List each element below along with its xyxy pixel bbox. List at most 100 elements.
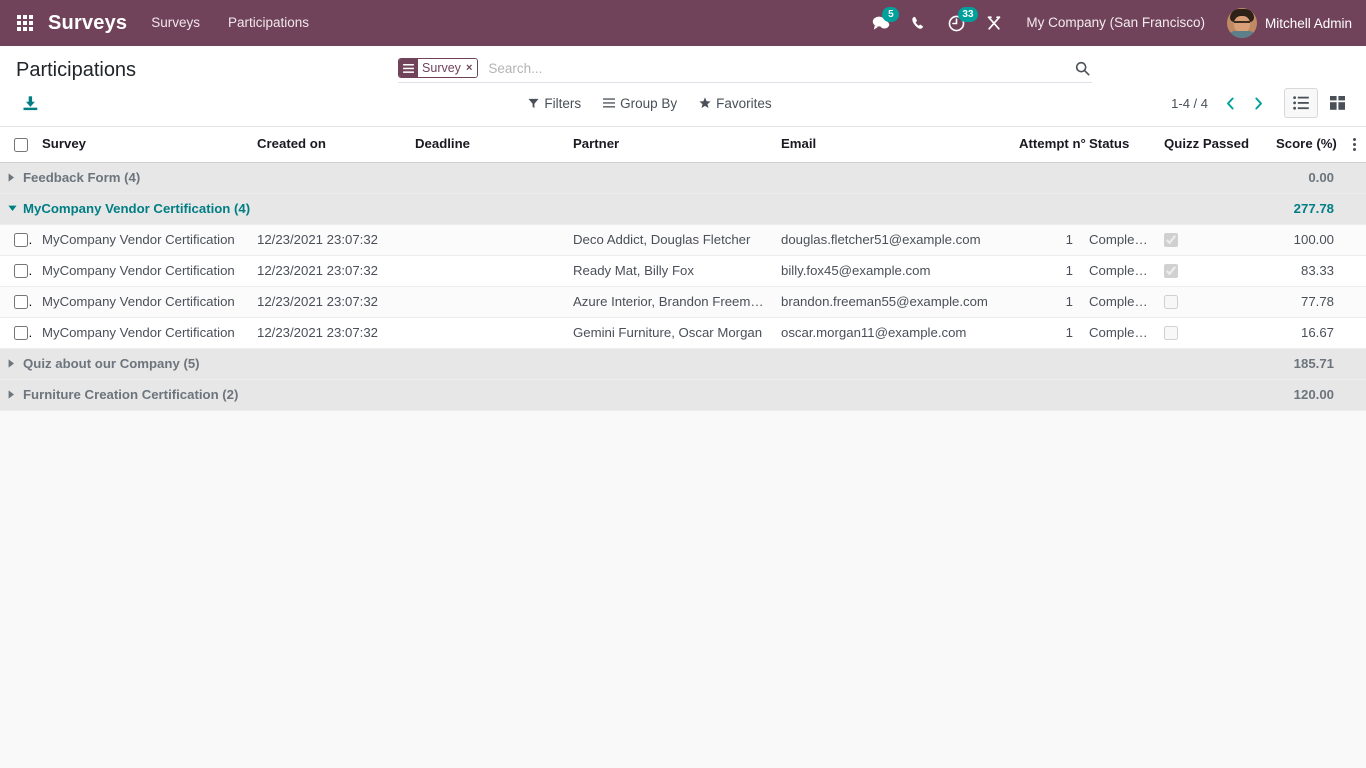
filters-dropdown-button[interactable]: Filters: [528, 96, 581, 111]
select-all-header: [0, 127, 34, 163]
app-brand-title[interactable]: Surveys: [48, 0, 127, 46]
star-icon: [699, 97, 711, 108]
group-row[interactable]: MyCompany Vendor Certification (4) 277.78: [0, 193, 1366, 225]
row-select-checkbox[interactable]: [14, 233, 28, 248]
row-select-cell[interactable]: [0, 317, 34, 349]
row-optional-cell: [1342, 317, 1366, 349]
avatar: [1226, 8, 1257, 38]
quizz-passed-checkbox: [1164, 264, 1178, 279]
column-header-created-on[interactable]: Created on: [249, 127, 407, 163]
grid-apps-icon: [17, 15, 33, 31]
table-header: Survey Created on Deadline Partner Email…: [0, 127, 1366, 163]
search-icon[interactable]: [1067, 61, 1092, 76]
phone-menu-button[interactable]: [900, 0, 936, 46]
apps-menu-button[interactable]: [8, 6, 42, 40]
column-header-attempt[interactable]: Attempt n°: [1011, 127, 1086, 163]
kanban-view-icon: [1329, 96, 1345, 110]
cell-partner: Deco Addict, Douglas Fletcher: [565, 224, 773, 256]
row-select-cell[interactable]: [0, 286, 34, 318]
cell-attempt: 1: [1011, 317, 1081, 349]
cell-attempt: 1: [1011, 286, 1081, 318]
company-switcher[interactable]: My Company (San Francisco): [1012, 0, 1219, 46]
view-button-list[interactable]: [1284, 88, 1318, 118]
group-row[interactable]: Furniture Creation Certification (2) 120.…: [0, 379, 1366, 411]
table-row[interactable]: MyCompany Vendor Certification 12/23/2021…: [0, 317, 1366, 349]
user-menu[interactable]: Mitchell Admin: [1219, 0, 1356, 46]
select-all-checkbox[interactable]: [14, 137, 28, 152]
phone-icon: [912, 16, 923, 29]
search-view: Survey ×: [398, 58, 1093, 83]
cell-survey: MyCompany Vendor Certification: [34, 286, 249, 318]
pager-next-button[interactable]: [1246, 90, 1270, 116]
search-input[interactable]: [484, 58, 1068, 78]
cell-email: douglas.fletcher51@example.com: [773, 224, 1011, 256]
column-header-partner[interactable]: Partner: [565, 127, 773, 163]
vertical-dots-icon[interactable]: [1342, 134, 1366, 155]
cell-score: 77.78: [1268, 286, 1342, 318]
group-row[interactable]: Quiz about our Company (5) 185.71: [0, 348, 1366, 380]
pager-value[interactable]: 1-4 / 4: [1171, 96, 1208, 111]
row-select-cell[interactable]: [0, 224, 34, 256]
caret-down-icon: [8, 205, 17, 212]
chevron-right-icon: [1254, 97, 1262, 109]
cell-deadline: [407, 317, 565, 349]
favorites-dropdown-button[interactable]: Favorites: [699, 96, 772, 111]
column-header-survey[interactable]: Survey: [34, 127, 249, 163]
menu-item-surveys[interactable]: Surveys: [137, 0, 214, 46]
group-score-total: 185.71: [1268, 348, 1342, 380]
row-select-cell[interactable]: [0, 255, 34, 287]
search-facet-survey[interactable]: Survey ×: [398, 58, 479, 78]
view-button-kanban[interactable]: [1320, 88, 1354, 118]
cell-score: 83.33: [1268, 255, 1342, 287]
row-select-checkbox[interactable]: [14, 326, 28, 341]
activity-menu-button[interactable]: 33: [938, 0, 978, 46]
column-header-email[interactable]: Email: [773, 127, 1011, 163]
group-label: Furniture Creation Certification (2): [23, 387, 239, 403]
cell-survey: MyCompany Vendor Certification: [34, 255, 249, 287]
list-view: Survey Created on Deadline Partner Email…: [0, 127, 1366, 741]
group-header-cell[interactable]: Quiz about our Company (5): [0, 348, 1268, 380]
row-select-checkbox[interactable]: [14, 295, 28, 310]
table-row[interactable]: MyCompany Vendor Certification 12/23/2021…: [0, 286, 1366, 318]
cell-quizz-passed: [1156, 224, 1268, 256]
column-header-quizz-passed[interactable]: Quizz Passed: [1156, 127, 1268, 163]
cell-created-on: 12/23/2021 23:07:32: [249, 286, 407, 318]
search-dropdown-buttons: Filters Group By Favorites: [166, 96, 1134, 111]
header-row: Survey Created on Deadline Partner Email…: [0, 127, 1366, 163]
activity-badge: 33: [958, 7, 978, 22]
search-facet-remove-icon[interactable]: ×: [464, 59, 478, 77]
group-optional-cell: [1342, 193, 1366, 225]
group-by-dropdown-button[interactable]: Group By: [603, 96, 677, 111]
cell-email: billy.fox45@example.com: [773, 255, 1011, 287]
top-navbar: Surveys Surveys Participations 5 33 My C…: [0, 0, 1366, 46]
group-header-cell[interactable]: MyCompany Vendor Certification (4): [0, 193, 1268, 225]
cell-partner: Gemini Furniture, Oscar Morgan: [565, 317, 773, 349]
column-header-score[interactable]: Score (%): [1268, 127, 1342, 163]
group-header-cell[interactable]: Feedback Form (4): [0, 162, 1268, 194]
group-row[interactable]: Feedback Form (4) 0.00: [0, 162, 1366, 194]
table-row[interactable]: MyCompany Vendor Certification 12/23/2021…: [0, 224, 1366, 256]
cell-deadline: [407, 224, 565, 256]
group-by-label: Group By: [620, 95, 678, 111]
column-header-status[interactable]: Status: [1081, 127, 1156, 163]
cell-quizz-passed: [1156, 286, 1268, 318]
column-header-deadline[interactable]: Deadline: [407, 127, 565, 163]
view-switcher: [1284, 88, 1354, 118]
cell-created-on: 12/23/2021 23:07:32: [249, 224, 407, 256]
messaging-menu-button[interactable]: 5: [862, 0, 900, 46]
caret-right-icon: [8, 173, 14, 182]
export-download-button[interactable]: [16, 90, 44, 116]
filters-label: Filters: [544, 95, 582, 111]
pager-previous-button[interactable]: [1218, 90, 1242, 116]
menu-item-participations[interactable]: Participations: [214, 0, 323, 46]
download-icon: [23, 95, 37, 110]
group-optional-cell: [1342, 379, 1366, 411]
table-row[interactable]: MyCompany Vendor Certification 12/23/2021…: [0, 255, 1366, 287]
cell-email: oscar.morgan11@example.com: [773, 317, 1011, 349]
page-title: Participations: [16, 59, 137, 81]
messaging-badge: 5: [882, 7, 900, 22]
debug-tools-button[interactable]: [976, 0, 1012, 46]
list-empty-space: [0, 410, 1366, 741]
row-select-checkbox[interactable]: [14, 264, 28, 279]
group-header-cell[interactable]: Furniture Creation Certification (2): [0, 379, 1268, 411]
